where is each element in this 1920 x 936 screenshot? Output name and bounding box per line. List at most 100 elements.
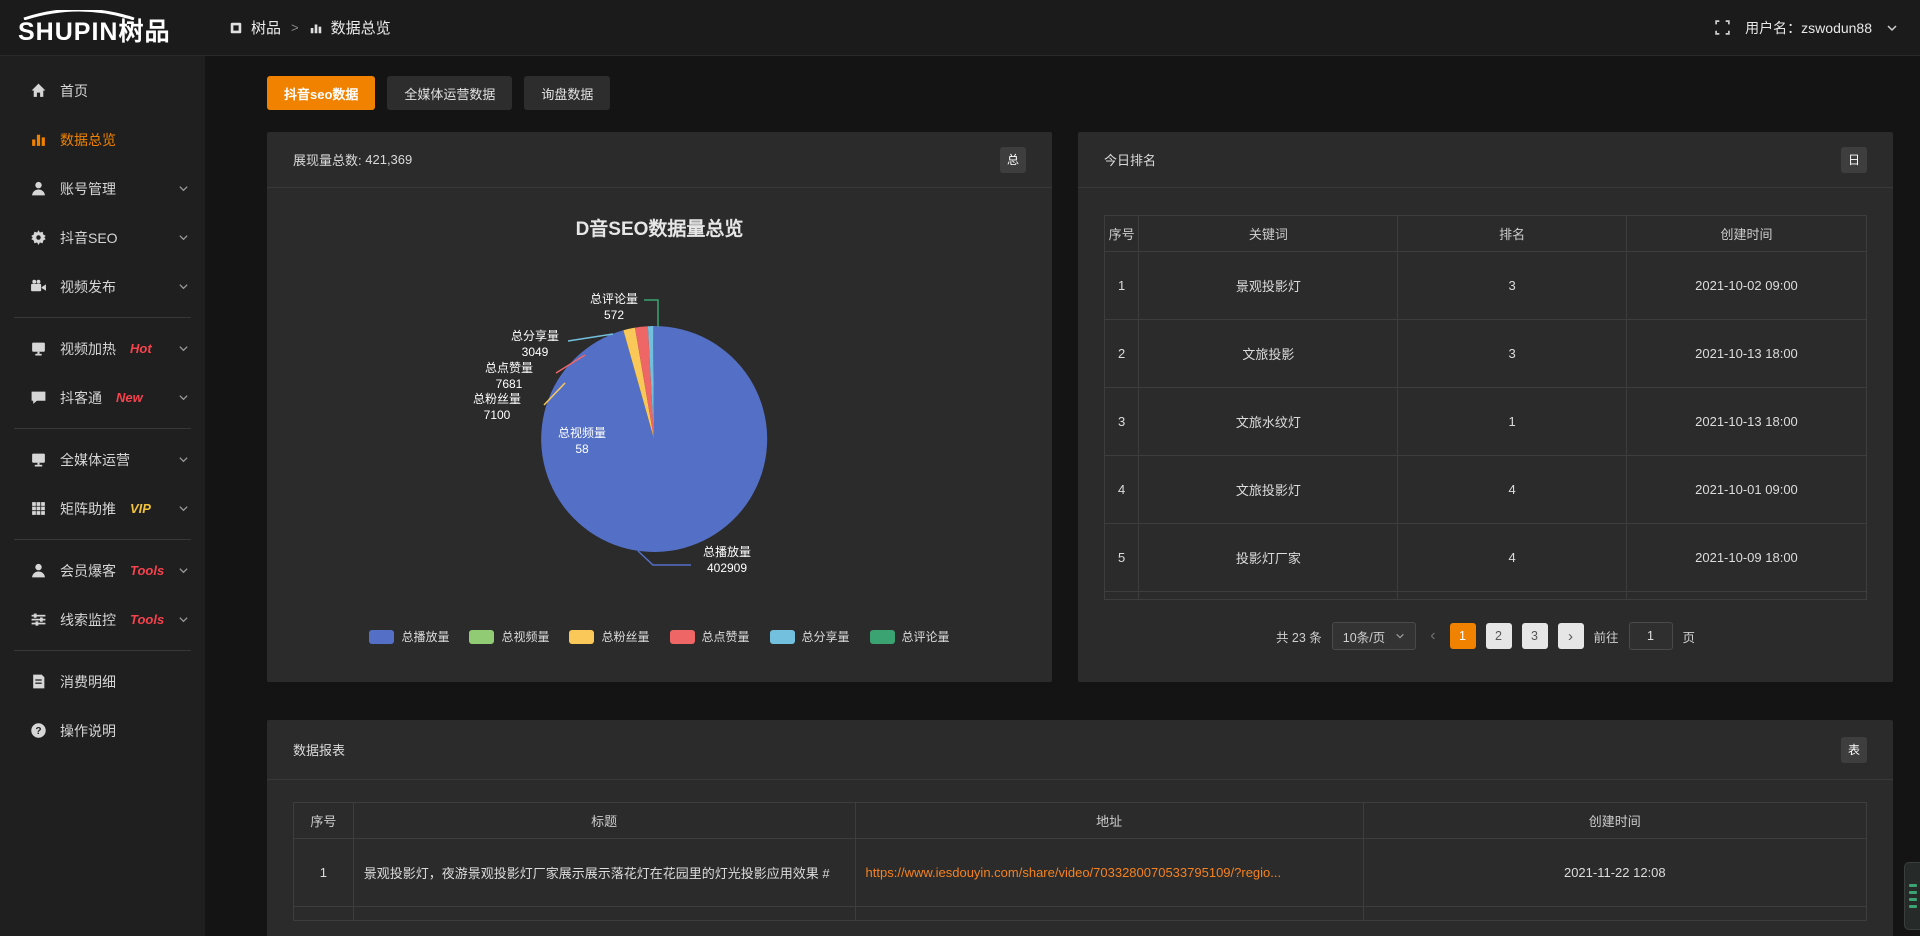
sidebar-item-douketong[interactable]: 抖客通 New [0, 373, 205, 422]
overview-total-label: 展现量总数: [293, 150, 362, 169]
column-header: 序号 [1105, 216, 1139, 252]
sidebar-item-help[interactable]: ?操作说明 [0, 706, 205, 755]
overview-corner-button[interactable]: 总 [1000, 147, 1026, 173]
sidebar-divider [14, 317, 191, 318]
table-cell: 3 [1105, 388, 1139, 456]
table-cell: 3 [1398, 320, 1627, 388]
chevron-down-icon [178, 565, 189, 576]
next-page-button[interactable]: › [1558, 623, 1584, 649]
username-label[interactable]: 用户名：zswodun88 [1745, 18, 1872, 38]
table-cell: 3 [1398, 252, 1627, 320]
goto-page-input[interactable] [1629, 622, 1673, 650]
ranking-corner-button[interactable]: 日 [1841, 147, 1867, 173]
tab-douyin-seo-data[interactable]: 抖音seo数据 [267, 76, 375, 110]
receipt-icon [30, 673, 47, 690]
column-header: 关键词 [1139, 216, 1398, 252]
monitor-icon [30, 451, 47, 468]
sidebar-item-media-ops[interactable]: 全媒体运营 [0, 435, 205, 484]
sidebar-item-lead-monitor[interactable]: 线索监控Tools [0, 595, 205, 644]
logo-text: SHUPIN树品 [18, 20, 205, 45]
table-cell: 文旅投影 [1139, 320, 1398, 388]
prev-page-button[interactable]: ‹ [1426, 627, 1439, 645]
table-cell: 4 [1105, 456, 1139, 524]
report-table-body: 1景观投影灯，夜游景观投影灯厂家展示展示落花灯在花园里的灯光投影应用效果 #ht… [294, 839, 1867, 921]
breadcrumb-root[interactable]: 树品 [251, 17, 281, 38]
tab-media-ops-data[interactable]: 全媒体运营数据 [387, 76, 512, 110]
pie-label-name: 总点赞量 [485, 360, 533, 376]
legend-swatch [670, 630, 695, 644]
sidebar-item-label: 抖客通 [60, 388, 102, 408]
column-header: 标题 [353, 803, 855, 839]
chevron-down-icon [178, 503, 189, 514]
sidebar-item-video-heat[interactable]: 视频加热Hot [0, 324, 205, 373]
home-icon [30, 82, 47, 99]
table-cell: 2021-10-13 18:00 [1626, 320, 1866, 388]
legend-label: 总粉丝量 [601, 628, 649, 645]
breadcrumb-current[interactable]: 数据总览 [331, 17, 391, 38]
table-row: 5投影灯厂家42021-10-09 18:00 [1105, 524, 1867, 592]
top-bar: SHUPIN树品 树品 > 数据总览 用户名：zswodun88 [0, 0, 1920, 56]
tab-bar: 抖音seo数据全媒体运营数据询盘数据 [267, 76, 1893, 110]
pie-label-value: 7100 [473, 407, 521, 423]
pie-label: 总视频量58 [558, 425, 606, 457]
table-cell: 投影灯厂家 [1139, 524, 1398, 592]
pie-label: 总播放量402909 [703, 544, 751, 576]
sidebar-item-member-baoke[interactable]: 会员爆客Tools [0, 546, 205, 595]
page-button-3[interactable]: 3 [1522, 623, 1548, 649]
camera-icon [30, 278, 47, 295]
fullscreen-icon[interactable] [1714, 19, 1731, 36]
chart-legend: 总播放量 总视频量 总粉丝量 总点赞量 总分享量 总评论量 [267, 628, 1052, 645]
report-corner-button[interactable]: 表 [1841, 737, 1867, 763]
table-cell: 1 [1398, 388, 1627, 456]
page-button-1[interactable]: 1 [1450, 623, 1476, 649]
table-cell: 4 [1398, 524, 1627, 592]
column-header: 序号 [294, 803, 354, 839]
sidebar-item-label: 抖音SEO [60, 228, 118, 248]
overview-panel: 展现量总数: 421,369 总 D音SEO数据量总览 总播放量402909总视… [267, 132, 1052, 682]
page-size-select[interactable]: 10条/页 [1332, 622, 1416, 650]
legend-item[interactable]: 总分享量 [770, 628, 850, 645]
legend-item[interactable]: 总评论量 [870, 628, 950, 645]
legend-item[interactable]: 总点赞量 [670, 628, 750, 645]
tab-inquiry-data[interactable]: 询盘数据 [524, 76, 610, 110]
legend-swatch [469, 630, 494, 644]
video-link[interactable]: https://www.iesdouyin.com/share/video/70… [866, 865, 1282, 880]
sidebar-item-home[interactable]: 首页 [0, 66, 205, 115]
user-icon [30, 180, 47, 197]
pie-label-name: 总分享量 [511, 328, 559, 344]
page-unit-label: 页 [1683, 627, 1696, 646]
table-cell: 1 [1105, 252, 1139, 320]
legend-swatch [770, 630, 795, 644]
table-cell: 2021-10-09 18:00 [1626, 524, 1866, 592]
sidebar-item-badge: New [116, 390, 143, 405]
chevron-down-icon [1395, 631, 1405, 641]
legend-label: 总播放量 [401, 628, 449, 645]
report-panel: 数据报表 表 序号标题地址创建时间 1景观投影灯，夜游景观投影灯厂家展示展示落花… [267, 720, 1893, 936]
sidebar-item-label: 视频加热 [60, 339, 116, 359]
sidebar-item-account-manage[interactable]: 账号管理 [0, 164, 205, 213]
legend-item[interactable]: 总播放量 [369, 628, 449, 645]
page-button-2[interactable]: 2 [1486, 623, 1512, 649]
app-logo[interactable]: SHUPIN树品 [0, 10, 205, 45]
sidebar-item-matrix-boost[interactable]: 矩阵助推VIP [0, 484, 205, 533]
table-cell: 文旅投影灯 [1139, 456, 1398, 524]
sidebar-item-label: 会员爆客 [60, 561, 116, 581]
chevron-down-icon[interactable] [1886, 22, 1898, 34]
table-row: 4文旅投影灯42021-10-01 09:00 [1105, 456, 1867, 524]
bar-chart-icon [309, 21, 323, 35]
pie-label: 总评论量572 [590, 291, 638, 323]
legend-item[interactable]: 总粉丝量 [569, 628, 649, 645]
report-table: 序号标题地址创建时间 1景观投影灯，夜游景观投影灯厂家展示展示落花灯在花园里的灯… [293, 802, 1867, 921]
table-row: 2文旅投影32021-10-13 18:00 [1105, 320, 1867, 388]
sidebar-item-label: 操作说明 [60, 721, 116, 741]
floating-contact-widget[interactable] [1904, 862, 1920, 930]
sidebar-item-data-overview[interactable]: 数据总览 [0, 115, 205, 164]
column-header: 地址 [855, 803, 1363, 839]
chevron-down-icon [178, 183, 189, 194]
legend-item[interactable]: 总视频量 [469, 628, 549, 645]
screen-icon [30, 340, 47, 357]
sidebar-item-douyin-seo[interactable]: 抖音SEO [0, 213, 205, 262]
sidebar-divider [14, 428, 191, 429]
sidebar-item-video-publish[interactable]: 视频发布 [0, 262, 205, 311]
sidebar-item-consume-detail[interactable]: 消费明细 [0, 657, 205, 706]
